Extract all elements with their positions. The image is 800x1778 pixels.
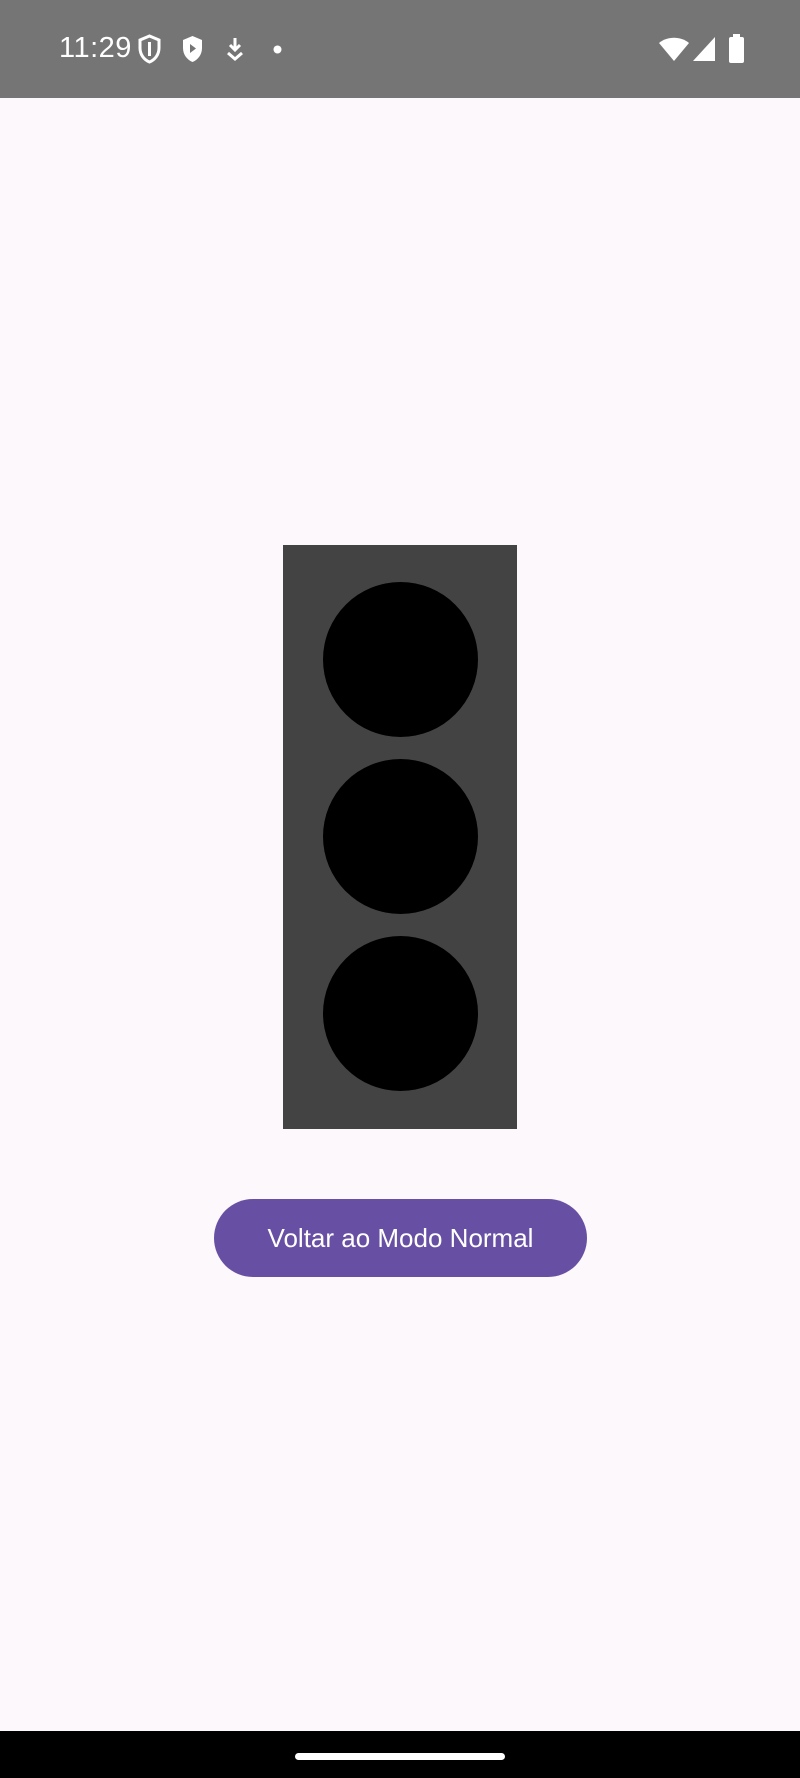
cell-signal-icon	[692, 36, 716, 66]
home-gesture-handle[interactable]	[295, 1753, 505, 1760]
status-time: 11:29	[59, 32, 132, 64]
wifi-icon	[658, 36, 690, 66]
traffic-light	[283, 545, 517, 1129]
shield-filled-icon	[180, 34, 205, 64]
red-lamp	[323, 582, 478, 737]
navigation-bar	[0, 1731, 800, 1778]
return-normal-mode-button[interactable]: Voltar ao Modo Normal	[214, 1199, 587, 1277]
status-bar: 11:29	[0, 0, 800, 98]
notification-dot-icon	[273, 45, 282, 75]
yellow-lamp	[323, 759, 478, 914]
green-lamp	[323, 936, 478, 1091]
shield-outline-icon	[137, 34, 162, 64]
battery-icon	[728, 34, 745, 64]
download-arrow-icon	[224, 34, 246, 64]
